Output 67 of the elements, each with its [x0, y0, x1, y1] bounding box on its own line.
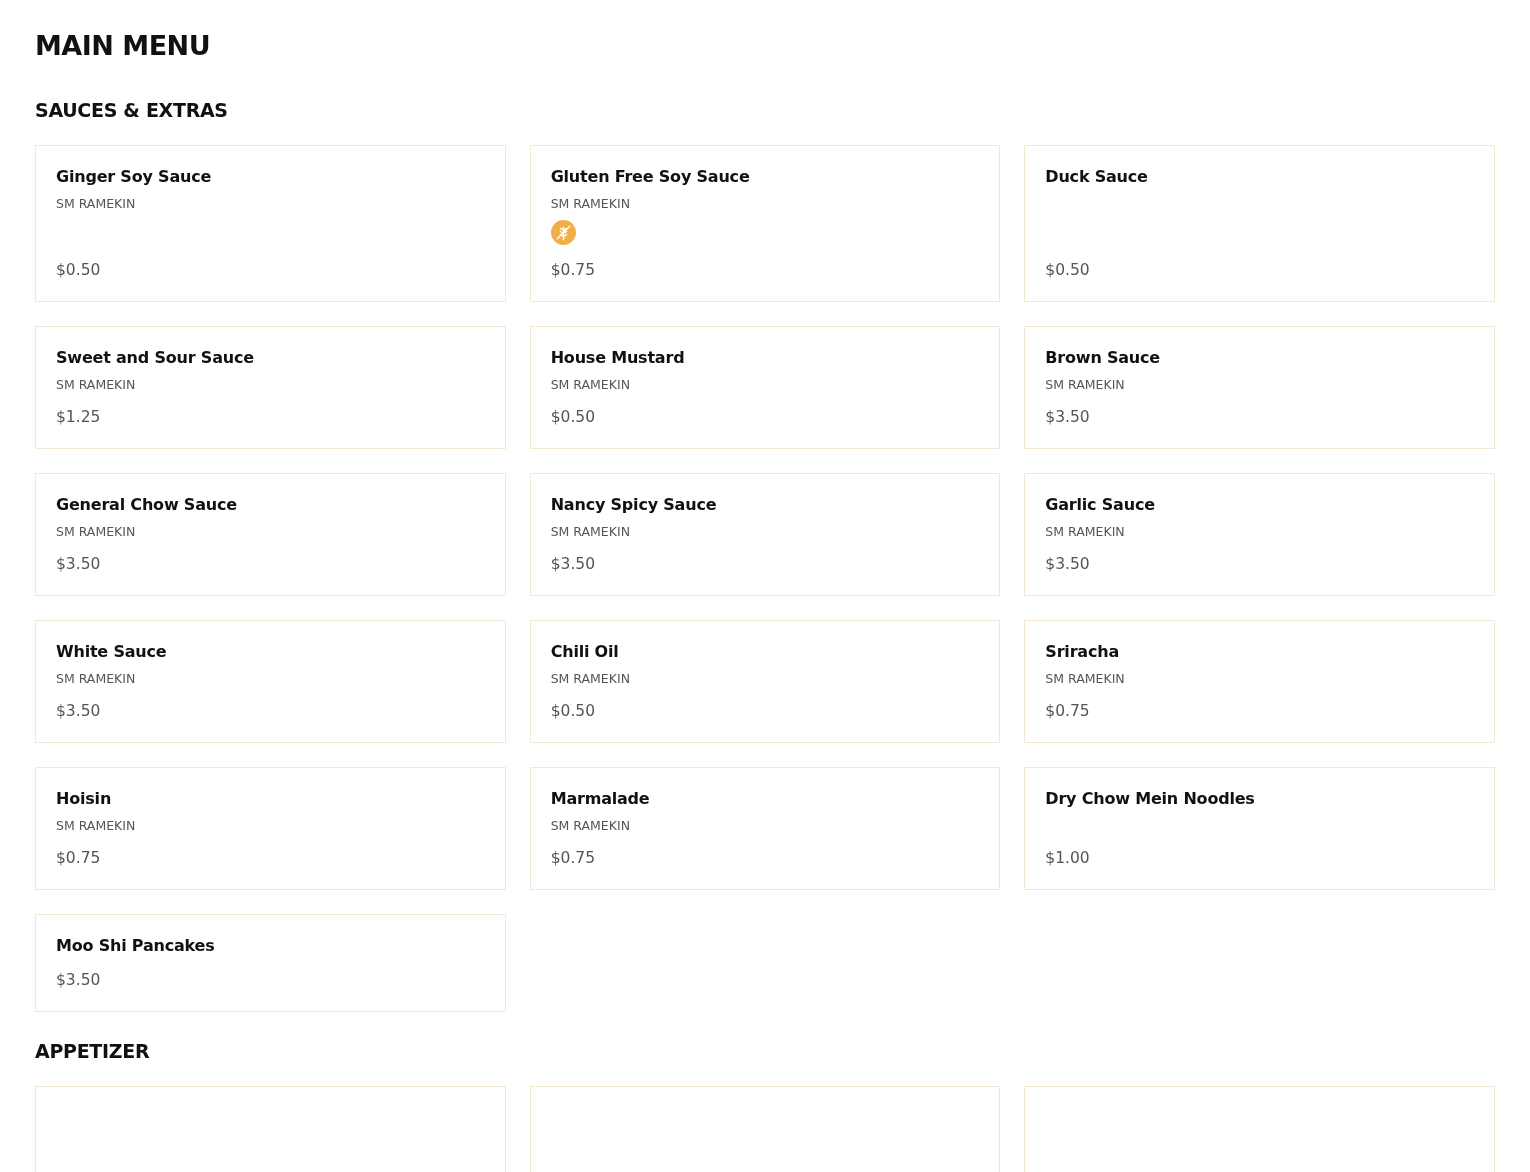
menu-item-card[interactable]: Chili Oil SM RAMEKIN $0.50 — [529, 620, 1001, 743]
menu-item-card[interactable]: Sweet and Sour Sauce SM RAMEKIN $1.25 — [35, 326, 506, 449]
item-price: $0.75 — [550, 848, 597, 867]
item-portion: SM RAMEKIN — [1045, 377, 1126, 392]
item-price: $3.50 — [56, 554, 102, 573]
menu-item-card[interactable]: Marmalade SM RAMEKIN $0.75 — [529, 767, 1001, 890]
item-price: $3.50 — [550, 554, 597, 573]
menu-item-card[interactable]: Garlic Sauce SM RAMEKIN $3.50 — [1024, 473, 1495, 596]
item-name: Sriracha — [1045, 642, 1120, 661]
item-portion: SM RAMEKIN — [550, 671, 631, 686]
item-price: $0.50 — [56, 260, 102, 279]
menu-item-card[interactable]: Hoisin SM RAMEKIN $0.75 — [35, 767, 506, 890]
item-name: Duck Sauce — [1045, 167, 1149, 186]
item-portion: SM RAMEKIN — [550, 818, 631, 833]
item-name: Garlic Sauce — [1045, 495, 1156, 514]
item-portion: SM RAMEKIN — [56, 818, 137, 833]
menu-item-card[interactable] — [35, 1086, 506, 1172]
item-price: $0.75 — [550, 260, 597, 279]
item-portion: SM RAMEKIN — [550, 524, 631, 539]
menu-item-card[interactable]: Duck Sauce $0.50 — [1024, 145, 1495, 302]
item-price: $0.50 — [550, 701, 597, 720]
item-name: Gluten Free Soy Sauce — [550, 167, 751, 186]
item-price: $3.50 — [56, 701, 102, 720]
menu-item-card[interactable]: Gluten Free Soy Sauce SM RAMEKIN $0.75 — [529, 145, 1001, 302]
item-name: Dry Chow Mein Noodles — [1045, 789, 1256, 808]
menu-item-card[interactable]: Ginger Soy Sauce SM RAMEKIN $0.50 — [35, 145, 506, 302]
menu-item-card[interactable]: Dry Chow Mein Noodles $1.00 — [1024, 767, 1495, 890]
item-portion: SM RAMEKIN — [550, 377, 631, 392]
menu-item-card[interactable]: Moo Shi Pancakes $3.50 — [35, 914, 506, 1012]
menu-item-card[interactable]: House Mustard SM RAMEKIN $0.50 — [529, 326, 1001, 449]
menu-item-card[interactable]: White Sauce SM RAMEKIN $3.50 — [35, 620, 506, 743]
menu-title: MAIN MENU — [35, 30, 212, 61]
item-portion: SM RAMEKIN — [1045, 524, 1126, 539]
item-portion: SM RAMEKIN — [56, 377, 137, 392]
menu-item-card[interactable]: Brown Sauce SM RAMEKIN $3.50 — [1024, 326, 1495, 449]
item-price: $0.75 — [56, 848, 102, 867]
item-name: White Sauce — [56, 642, 168, 661]
item-name: Hoisin — [56, 789, 113, 808]
item-price: $0.50 — [550, 407, 597, 426]
item-price: $3.50 — [1045, 407, 1091, 426]
item-price: $0.50 — [1045, 260, 1091, 279]
item-name: Sweet and Sour Sauce — [56, 348, 255, 367]
menu-item-card[interactable] — [529, 1086, 1001, 1172]
item-name: Brown Sauce — [1045, 348, 1161, 367]
item-portion: SM RAMEKIN — [56, 524, 137, 539]
item-name: General Chow Sauce — [56, 495, 238, 514]
item-portion: SM RAMEKIN — [1045, 671, 1126, 686]
item-price: $1.25 — [56, 407, 102, 426]
item-name: Marmalade — [550, 789, 651, 808]
section-heading: APPETIZER — [35, 1040, 151, 1062]
item-price: $0.75 — [1045, 701, 1091, 720]
item-portion: SM RAMEKIN — [56, 671, 137, 686]
item-portion: SM RAMEKIN — [56, 196, 137, 211]
item-name: House Mustard — [550, 348, 686, 367]
item-price: $3.50 — [56, 970, 102, 989]
item-portion: SM RAMEKIN — [550, 196, 631, 211]
item-name: Moo Shi Pancakes — [56, 936, 216, 955]
item-price: $3.50 — [1045, 554, 1091, 573]
item-name: Ginger Soy Sauce — [56, 167, 213, 186]
menu-item-card[interactable]: Sriracha SM RAMEKIN $0.75 — [1024, 620, 1495, 743]
item-name: Nancy Spicy Sauce — [550, 495, 718, 514]
item-price: $1.00 — [1045, 848, 1091, 867]
menu-item-card[interactable] — [1024, 1086, 1495, 1172]
item-name: Chili Oil — [550, 642, 620, 661]
menu-item-card[interactable]: Nancy Spicy Sauce SM RAMEKIN $3.50 — [529, 473, 1001, 596]
section-heading: SAUCES & EXTRAS — [35, 99, 229, 121]
menu-item-card[interactable]: General Chow Sauce SM RAMEKIN $3.50 — [35, 473, 506, 596]
